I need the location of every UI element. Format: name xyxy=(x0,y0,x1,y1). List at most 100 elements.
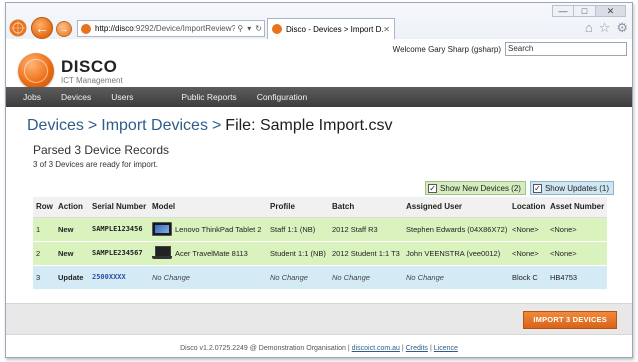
row-batch: No Change xyxy=(329,264,403,289)
breadcrumb-import-devices[interactable]: Import Devices xyxy=(101,117,208,134)
row-asset-number: HB4753 xyxy=(547,264,607,289)
col-header-assigned-user: Assigned User xyxy=(403,197,509,218)
row-number: 1 xyxy=(33,217,55,241)
footer-separator: | xyxy=(401,345,404,352)
brand-subtitle: ICT Management xyxy=(61,76,123,85)
col-header-location: Location xyxy=(509,197,547,218)
tablet-device-icon xyxy=(152,222,172,236)
row-action: New xyxy=(55,217,89,241)
disco-logo-icon[interactable] xyxy=(18,53,54,89)
row-model-cell: Lenovo ThinkPad Tablet 2 xyxy=(149,217,267,241)
filter-toggles: ✓ Show New Devices (2) ✓ Show Updates (1… xyxy=(425,181,614,195)
row-serial: 2500XXXX xyxy=(89,264,149,289)
favorites-icon[interactable]: ☆ xyxy=(599,20,611,36)
menu-item-jobs[interactable]: Jobs xyxy=(6,87,51,107)
tab-favicon-icon xyxy=(272,24,282,34)
footer-link-licence[interactable]: Licence xyxy=(434,345,458,352)
row-assigned-user: John VEENSTRA (vee0012) xyxy=(403,240,509,265)
forward-button[interactable]: → xyxy=(56,21,72,37)
row-model-cell: Acer TravelMate 8113 xyxy=(149,240,267,265)
row-location: <None> xyxy=(509,217,547,241)
row-number: 2 xyxy=(33,240,55,265)
url-host: http://disco xyxy=(95,24,134,33)
menu-item-public-reports[interactable]: Public Reports xyxy=(171,87,246,107)
refresh-icon[interactable]: ↻ xyxy=(255,24,262,33)
row-model: Lenovo ThinkPad Tablet 2 xyxy=(175,224,262,234)
brand-name: DISCO xyxy=(61,57,118,76)
window-controls: — □ ✕ xyxy=(552,5,626,17)
col-header-serial: Serial Number xyxy=(89,197,149,218)
site-header: DISCO ICT Management xyxy=(6,53,632,89)
checkbox-checked-icon[interactable]: ✓ xyxy=(532,183,542,193)
minimize-button[interactable]: — xyxy=(552,5,574,17)
table-row: 3 Update 2500XXXX No Change No Change No… xyxy=(33,264,607,289)
row-number: 3 xyxy=(33,264,55,289)
show-updates-label: Show Updates (1) xyxy=(544,183,609,193)
table-row: 2 New SAMPLE234567 Acer TravelMate 8113 … xyxy=(33,240,607,265)
col-header-profile: Profile xyxy=(267,197,329,218)
row-profile: Student 1:1 (NB) xyxy=(267,240,329,265)
col-header-model: Model xyxy=(149,197,267,218)
checkbox-checked-icon[interactable]: ✓ xyxy=(428,183,438,193)
browser-tab[interactable]: Disco - Devices > Import D... ✕ xyxy=(267,18,395,39)
row-batch: 2012 Student 1:1 T3 xyxy=(329,240,403,265)
close-tab-icon[interactable]: ✕ xyxy=(383,25,390,34)
action-bar: IMPORT 3 DEVICES xyxy=(6,303,632,335)
navigation-row: ← → http://disco:9292/Device/ImportRevie… xyxy=(8,17,628,41)
row-location: <None> xyxy=(509,240,547,265)
home-icon[interactable]: ⌂ xyxy=(585,20,593,36)
settings-icon[interactable]: ⚙ xyxy=(616,20,628,36)
section-title: Parsed 3 Device Records xyxy=(33,143,170,157)
browser-window: — □ ✕ ← → http://disco:9292/Device/Impor… xyxy=(5,2,633,358)
welcome-bar: Welcome Gary Sharp (gsharp) Search xyxy=(6,39,632,59)
row-batch: 2012 Staff R3 xyxy=(329,217,403,241)
row-profile: Staff 1:1 (NB) xyxy=(267,217,329,241)
row-model: Acer TravelMate 8113 xyxy=(175,248,248,258)
row-assigned-user: Stephen Edwards (04X86X72) xyxy=(403,217,509,241)
col-header-asset-number: Asset Number xyxy=(547,197,607,218)
breadcrumb-separator: > xyxy=(211,117,222,134)
section-subtitle: 3 of 3 Devices are ready for import. xyxy=(33,160,158,169)
menu-item-configuration[interactable]: Configuration xyxy=(247,87,318,107)
site-search-input[interactable]: Search xyxy=(505,42,627,56)
back-button[interactable]: ← xyxy=(31,17,53,39)
menu-item-users[interactable]: Users xyxy=(101,87,143,107)
col-header-row: Row xyxy=(33,197,55,218)
row-serial: SAMPLE123456 xyxy=(89,217,149,241)
site-favicon-icon xyxy=(81,23,91,34)
breadcrumb-devices[interactable]: Devices xyxy=(27,117,84,134)
show-new-devices-toggle[interactable]: ✓ Show New Devices (2) xyxy=(425,181,526,195)
page-footer: Disco v1.2.0725.2249 @ Demonstration Org… xyxy=(6,345,632,352)
tab-title: Disco - Devices > Import D... xyxy=(286,24,384,34)
close-window-button[interactable]: ✕ xyxy=(596,5,626,17)
footer-link-website[interactable]: discoict.com.au xyxy=(352,345,400,352)
browser-toolbar-icons: ⌂ ☆ ⚙ xyxy=(585,20,628,36)
brand: DISCO ICT Management xyxy=(61,57,123,86)
device-records-table: Row Action Serial Number Model Profile B… xyxy=(33,197,607,289)
footer-separator: | xyxy=(429,345,432,352)
show-updates-toggle[interactable]: ✓ Show Updates (1) xyxy=(529,181,614,195)
row-action: New xyxy=(55,240,89,265)
row-asset-number: <None> xyxy=(547,217,607,241)
dropdown-icon[interactable]: ▾ xyxy=(247,24,251,33)
row-profile: No Change xyxy=(267,264,329,289)
welcome-text: Welcome Gary Sharp (gsharp) xyxy=(392,44,501,54)
laptop-device-icon xyxy=(152,246,172,260)
address-url[interactable]: http://disco:9292/Device/ImportReview?Im… xyxy=(95,24,235,33)
address-bar[interactable]: http://disco:9292/Device/ImportReview?Im… xyxy=(77,20,265,37)
arrow-right-icon: → xyxy=(59,24,69,34)
show-new-label: Show New Devices (2) xyxy=(440,183,521,193)
breadcrumb-current: File: Sample Import.csv xyxy=(225,117,393,134)
search-icon[interactable]: ⚲ xyxy=(237,24,243,33)
row-assigned-user: No Change xyxy=(403,264,509,289)
browser-logo-icon xyxy=(9,19,27,37)
col-header-action: Action xyxy=(55,197,89,218)
col-header-batch: Batch xyxy=(329,197,403,218)
import-devices-button[interactable]: IMPORT 3 DEVICES xyxy=(523,311,617,329)
menu-item-devices[interactable]: Devices xyxy=(51,87,101,107)
row-serial: SAMPLE234567 xyxy=(89,240,149,265)
maximize-button[interactable]: □ xyxy=(574,5,596,17)
footer-link-credits[interactable]: Credits xyxy=(406,345,428,352)
table-row: 1 New SAMPLE123456 Lenovo ThinkPad Table… xyxy=(33,217,607,241)
arrow-left-icon: ← xyxy=(35,20,49,36)
